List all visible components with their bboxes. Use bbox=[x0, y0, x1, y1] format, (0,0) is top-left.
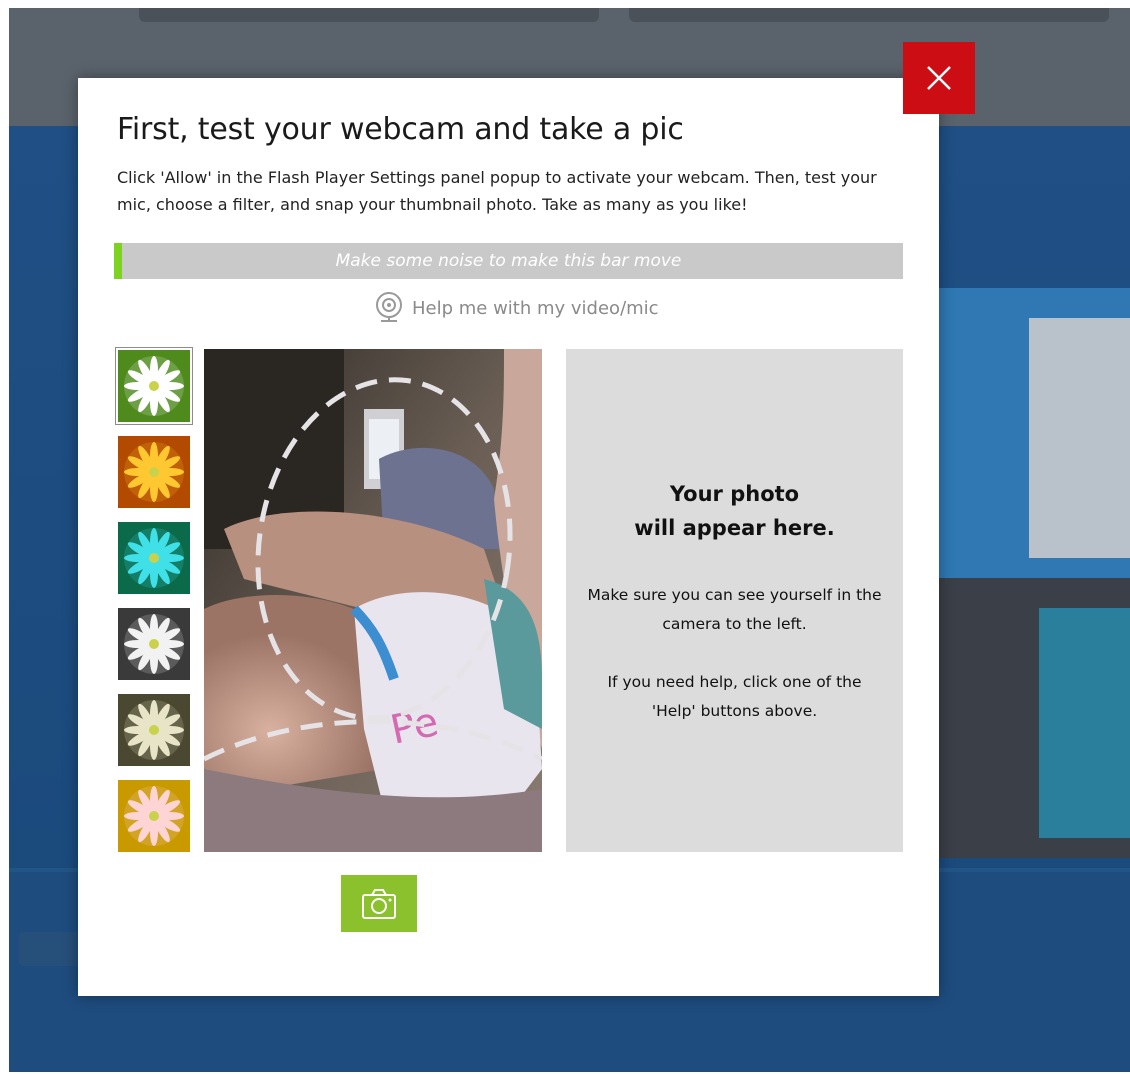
modal-description: Click 'Allow' in the Flash Player Settin… bbox=[117, 168, 877, 214]
filter-thumbnail[interactable] bbox=[118, 694, 190, 766]
snap-photo-button[interactable] bbox=[341, 875, 417, 932]
mic-level-bar: Make some noise to make this bar move bbox=[114, 243, 903, 279]
modal-title: First, test your webcam and take a pic bbox=[117, 112, 684, 147]
filter-thumbnail[interactable] bbox=[118, 522, 190, 594]
background-tile bbox=[1029, 318, 1130, 558]
background-tab bbox=[629, 8, 1109, 22]
background-tab bbox=[139, 8, 599, 22]
filter-thumbnail[interactable] bbox=[118, 436, 190, 508]
filter-thumbnail[interactable] bbox=[116, 348, 192, 424]
webcam-preview: Pe bbox=[204, 349, 542, 852]
filter-thumbnail[interactable] bbox=[118, 780, 190, 852]
help-link-label: Help me with my video/mic bbox=[412, 297, 659, 319]
flower-icon bbox=[118, 694, 190, 766]
photo-placeholder: Your photo will appear here. Make sure y… bbox=[566, 349, 903, 852]
background-tile bbox=[1039, 608, 1130, 838]
filter-thumbnail[interactable] bbox=[118, 608, 190, 680]
webcam-setup-modal: First, test your webcam and take a pic C… bbox=[78, 78, 939, 996]
flower-icon bbox=[118, 780, 190, 852]
camera-icon bbox=[362, 888, 396, 919]
close-icon bbox=[927, 66, 951, 90]
flower-icon bbox=[118, 436, 190, 508]
flower-icon bbox=[118, 350, 190, 422]
close-modal-button[interactable] bbox=[903, 42, 975, 114]
mic-bar-label: Make some noise to make this bar move bbox=[335, 251, 682, 271]
webcam-feed-image: Pe bbox=[204, 349, 542, 852]
help-video-mic-link[interactable]: Help me with my video/mic bbox=[374, 291, 659, 325]
flower-icon bbox=[118, 608, 190, 680]
photo-placeholder-title: Your photo will appear here. bbox=[634, 482, 835, 540]
webcam-icon bbox=[376, 292, 402, 322]
photo-placeholder-note: Make sure you can see yourself in the ca… bbox=[587, 586, 882, 720]
flower-icon bbox=[118, 522, 190, 594]
